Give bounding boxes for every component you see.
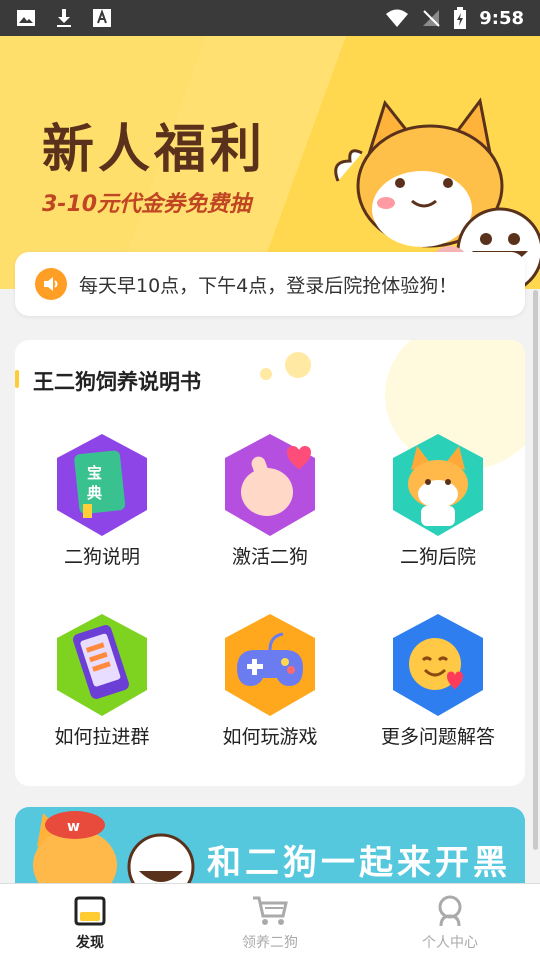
tab-label: 个人中心 [422,934,478,951]
guide-item-explanation[interactable]: 宝 典 二狗说明 [17,430,187,569]
guide-item-label: 如何拉进群 [54,726,150,748]
guide-card: 王二狗饲养说明书 宝 典 二狗说明 激活二狗 二狗后院 如何拉进群 如何玩游戏 … [15,340,525,786]
wifi-icon [386,9,409,27]
guide-item-play-game[interactable]: 如何玩游戏 [185,610,355,749]
tab-discover[interactable]: 发现 [0,884,180,961]
guide-item-backyard[interactable]: 二狗后院 [353,430,523,569]
svg-text:典: 典 [87,484,102,502]
svg-text:宝: 宝 [87,464,102,482]
discover-icon [74,896,106,925]
scrollbar[interactable] [533,290,538,850]
font-icon [93,9,111,27]
guide-title: 王二狗饲养说明书 [33,370,201,394]
download-icon [57,9,71,27]
banner-subtitle: 3-10元代金券免费抽 [42,192,252,217]
tab-label: 发现 [76,934,104,951]
cart-icon [253,896,288,925]
guide-item-more-faq[interactable]: 更多问题解答 [353,610,523,749]
announcement-bar[interactable]: 每天早10点，下午4点，登录后院抢体验狗！ [15,252,525,316]
guide-item-label: 更多问题解答 [380,726,495,748]
guide-item-join-group[interactable]: 如何拉进群 [17,610,187,749]
book-icon: 宝 典 [57,434,147,536]
battery-icon [454,7,467,29]
guide-item-label: 如何玩游戏 [222,726,318,748]
title-accent [15,370,19,388]
guide-item-label: 二狗说明 [63,546,140,568]
tab-label: 领养二狗 [242,934,298,951]
status-bar: 9:58 [0,0,540,36]
gamepad-icon [225,614,315,716]
no-signal-icon [423,10,440,27]
guide-item-label: 二狗后院 [399,546,476,568]
bottom-tab-bar: 发现 领养二狗 个人中心 [0,883,540,961]
tab-adopt[interactable]: 领养二狗 [180,884,360,961]
tab-profile[interactable]: 个人中心 [360,884,540,961]
shiba-with-friend-icon: w [33,811,195,883]
shiba-icon [393,434,483,536]
promo-banner[interactable]: w 和二狗一起来开黑 [15,807,525,883]
speaker-icon [35,268,67,300]
clock: 9:58 [479,7,524,29]
promo-banner-text: 和二狗一起来开黑 [207,843,511,883]
guide-item-activate[interactable]: 激活二狗 [185,430,355,569]
banner-title: 新人福利 [42,119,267,180]
user-icon [438,895,462,926]
emoji-heart-icon [393,614,483,716]
image-icon [17,10,35,26]
finger-heart-icon [225,434,315,536]
guide-item-label: 激活二狗 [231,546,308,568]
svg-text:w: w [67,819,80,835]
announcement-text: 每天早10点，下午4点，登录后院抢体验狗！ [79,274,458,297]
phone-icon [57,614,147,716]
